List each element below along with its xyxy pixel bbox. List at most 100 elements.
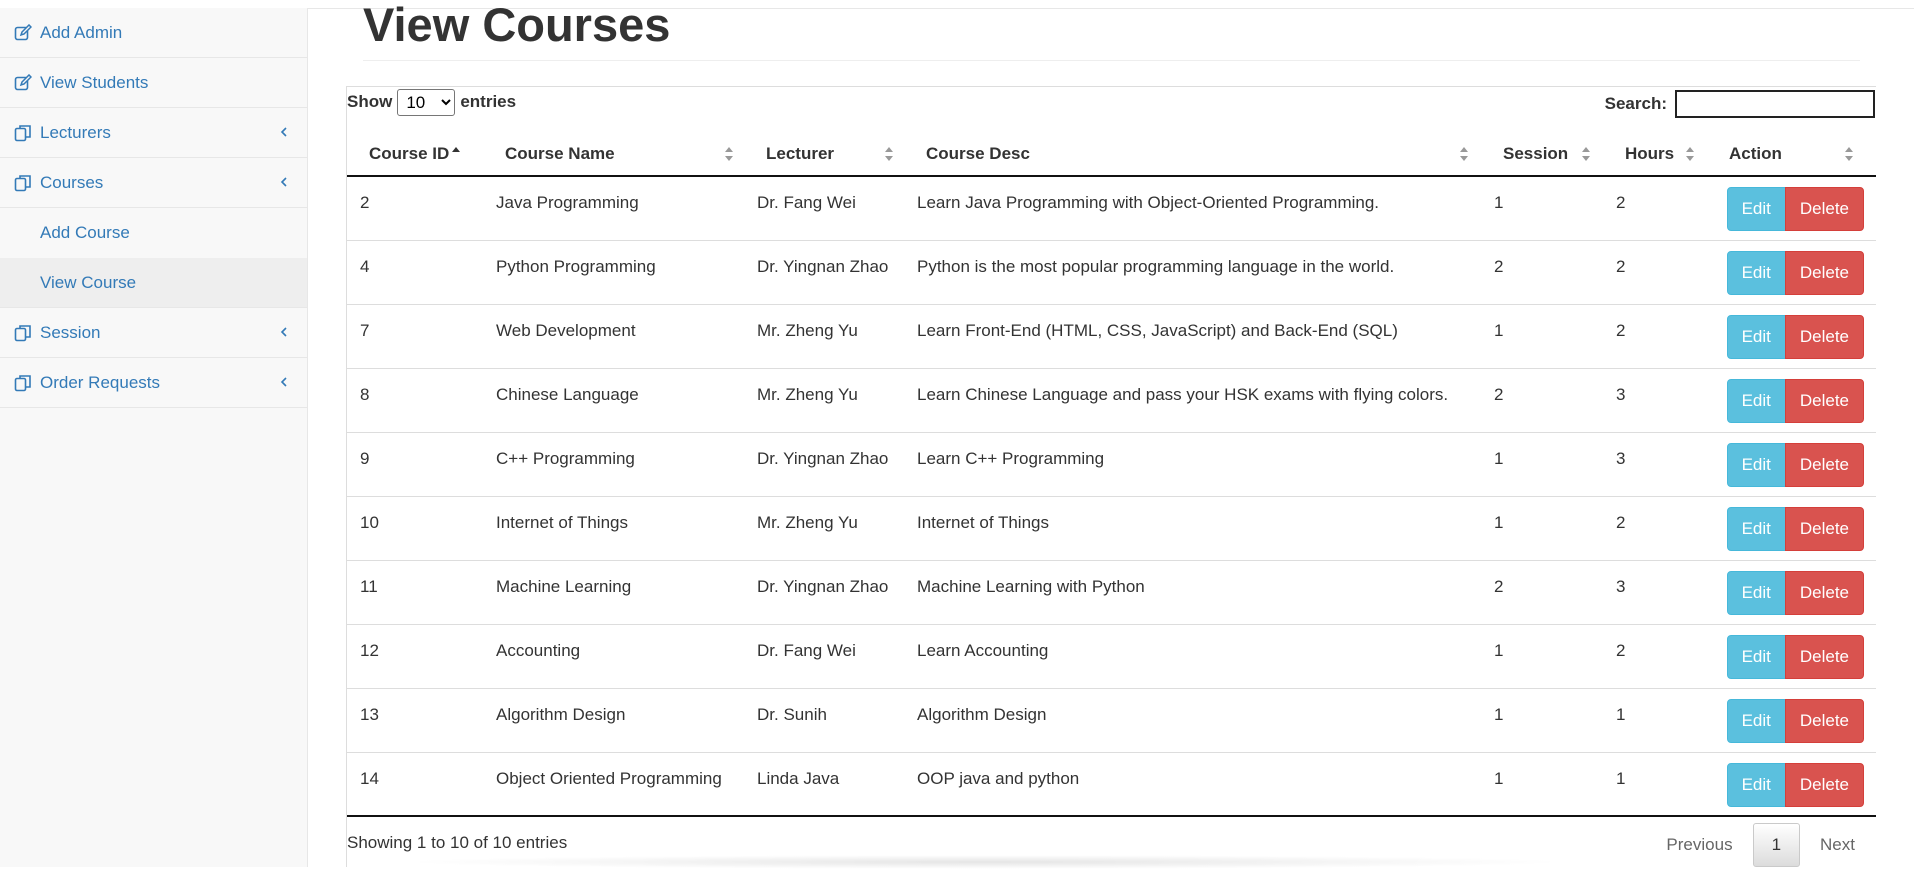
edit-button[interactable]: Edit (1726, 762, 1786, 807)
sidebar-subitem-label: View Course (40, 272, 137, 292)
edit-button[interactable]: Edit (1726, 698, 1786, 743)
cell-course-desc: Learn Java Programming with Object-Orien… (917, 193, 1380, 212)
search-label: Search: (1604, 94, 1667, 113)
table-row: 13 Algorithm Design Dr. Sunih Algorithm Des… (347, 687, 1876, 752)
column-header-label: Session (1503, 144, 1569, 163)
column-header-lecturer[interactable]: Lecturer (744, 133, 904, 177)
pagination: Previous 1 Next (1646, 823, 1875, 867)
cell-course-id: 8 (347, 367, 483, 432)
cell-course-id: 4 (347, 239, 483, 304)
cell-hours: 3 (1603, 431, 1707, 496)
sort-both-icon (1582, 147, 1590, 161)
table-row: 11 Machine Learning Dr. Yingnan Zhao Machin… (347, 559, 1876, 624)
cell-hours: 3 (1603, 367, 1707, 432)
edit-button[interactable]: Edit (1726, 187, 1786, 231)
sidebar-item-session[interactable]: Session (0, 308, 307, 358)
chevron-left-icon (280, 376, 287, 387)
delete-button[interactable]: Delete (1784, 442, 1864, 487)
column-header-hours[interactable]: Hours (1603, 133, 1707, 177)
cell-course-id: 12 (347, 623, 483, 688)
sidebar-item-view-students[interactable]: View Students (0, 58, 307, 108)
delete-button[interactable]: Delete (1784, 187, 1864, 231)
cell-lecturer: Linda Java (744, 751, 904, 816)
cell-session: 1 (1481, 431, 1603, 496)
sidebar-item-add-admin[interactable]: Add Admin (0, 8, 307, 58)
delete-button[interactable]: Delete (1784, 762, 1864, 807)
title-divider (363, 60, 1860, 61)
cell-lecturer: Mr. Zheng Yu (744, 495, 904, 560)
delete-button[interactable]: Delete (1784, 698, 1864, 743)
cell-course-id: 2 (360, 193, 370, 212)
pagination-page[interactable]: 1 (1752, 823, 1801, 867)
cell-session: 2 (1481, 239, 1603, 304)
copy-icon (14, 124, 31, 141)
edit-button[interactable]: Edit (1726, 378, 1786, 423)
delete-button[interactable]: Delete (1784, 314, 1864, 359)
cell-hours: 1 (1603, 751, 1707, 816)
sidebar-item-lecturers[interactable]: Lecturers (0, 108, 307, 158)
table-bottom-border (347, 815, 1876, 817)
cell-course-name: C++ Programming (483, 431, 744, 496)
sidebar-item-label: Lecturers (40, 122, 111, 142)
cell-lecturer: Dr. Yingnan Zhao (744, 431, 904, 496)
delete-button[interactable]: Delete (1784, 506, 1864, 551)
cell-course-desc: OOP java and python (904, 751, 1481, 816)
cell-course-id: 14 (347, 751, 483, 816)
cell-course-name: Chinese Language (483, 367, 744, 432)
edit-button[interactable]: Edit (1726, 570, 1786, 615)
cell-action: Edit Delete (1707, 431, 1876, 496)
delete-button[interactable]: Delete (1784, 634, 1864, 679)
sidebar-subitem-view-course[interactable]: View Course (0, 258, 307, 308)
cell-course-id: 9 (347, 431, 483, 496)
pagination-previous[interactable]: Previous (1646, 824, 1752, 866)
page-length-select[interactable]: 10 (397, 88, 456, 116)
cell-lecturer: Dr. Fang Wei (757, 193, 856, 212)
delete-button[interactable]: Delete (1784, 378, 1864, 423)
cell-course-name: Java Programming (496, 193, 639, 212)
cell-lecturer: Dr. Fang Wei (744, 623, 904, 688)
cell-session: 2 (1481, 367, 1603, 432)
table-header-row: Course ID Course Name Lecturer Course De… (347, 133, 1876, 177)
sidebar-item-order-requests[interactable]: Order Requests (0, 358, 307, 408)
sort-both-icon (725, 147, 733, 161)
column-header-course-name[interactable]: Course Name (483, 133, 744, 177)
sort-asc-icon (452, 147, 460, 152)
table-row: 9 C++ Programming Dr. Yingnan Zhao Learn C+… (347, 431, 1876, 496)
cell-course-name: Accounting (483, 623, 744, 688)
edit-button[interactable]: Edit (1726, 442, 1786, 487)
column-header-session[interactable]: Session (1481, 133, 1603, 177)
edit-button[interactable]: Edit (1726, 634, 1786, 679)
edit-button[interactable]: Edit (1726, 250, 1786, 295)
cell-course-id: 13 (347, 687, 483, 752)
column-header-course-desc[interactable]: Course Desc (904, 133, 1481, 177)
delete-button[interactable]: Delete (1784, 250, 1864, 295)
table-search: Search: (1605, 88, 1875, 120)
sidebar-item-courses[interactable]: Courses (0, 158, 307, 208)
cell-action: Edit Delete (1707, 367, 1876, 432)
cell-session: 1 (1481, 751, 1603, 816)
search-input[interactable] (1675, 90, 1875, 118)
column-header-action[interactable]: Action (1707, 133, 1876, 177)
page-length-control: Show 10 entries (347, 88, 516, 116)
cell-lecturer: Dr. Sunih (744, 687, 904, 752)
cell-course-desc: Learn Chinese Language and pass your HSK… (904, 367, 1481, 432)
sidebar-subitem-add-course[interactable]: Add Course (0, 208, 307, 258)
table-row: 4 Python Programming Dr. Yingnan Zhao Pytho… (347, 239, 1876, 304)
edit-button[interactable]: Edit (1726, 506, 1786, 551)
cell-session: 1 (1481, 623, 1603, 688)
cell-course-name: Object Oriented Programming (483, 751, 744, 816)
delete-button[interactable]: Delete (1784, 570, 1864, 615)
cell-session: 1 (1481, 495, 1603, 560)
sidebar-item-label: Session (40, 322, 101, 342)
sidebar-item-label: Courses (40, 172, 104, 192)
cell-course-name: Python Programming (483, 239, 744, 304)
copy-icon (14, 374, 31, 391)
pagination-next[interactable]: Next (1800, 824, 1875, 866)
entries-label: entries (460, 92, 517, 111)
column-header-course-id[interactable]: Course ID (347, 133, 483, 177)
cell-hours: 3 (1603, 559, 1707, 624)
column-header-label: Course ID (369, 144, 450, 163)
sort-both-icon (1686, 147, 1694, 161)
cell-action: Edit Delete (1707, 559, 1876, 624)
edit-button[interactable]: Edit (1726, 314, 1786, 359)
